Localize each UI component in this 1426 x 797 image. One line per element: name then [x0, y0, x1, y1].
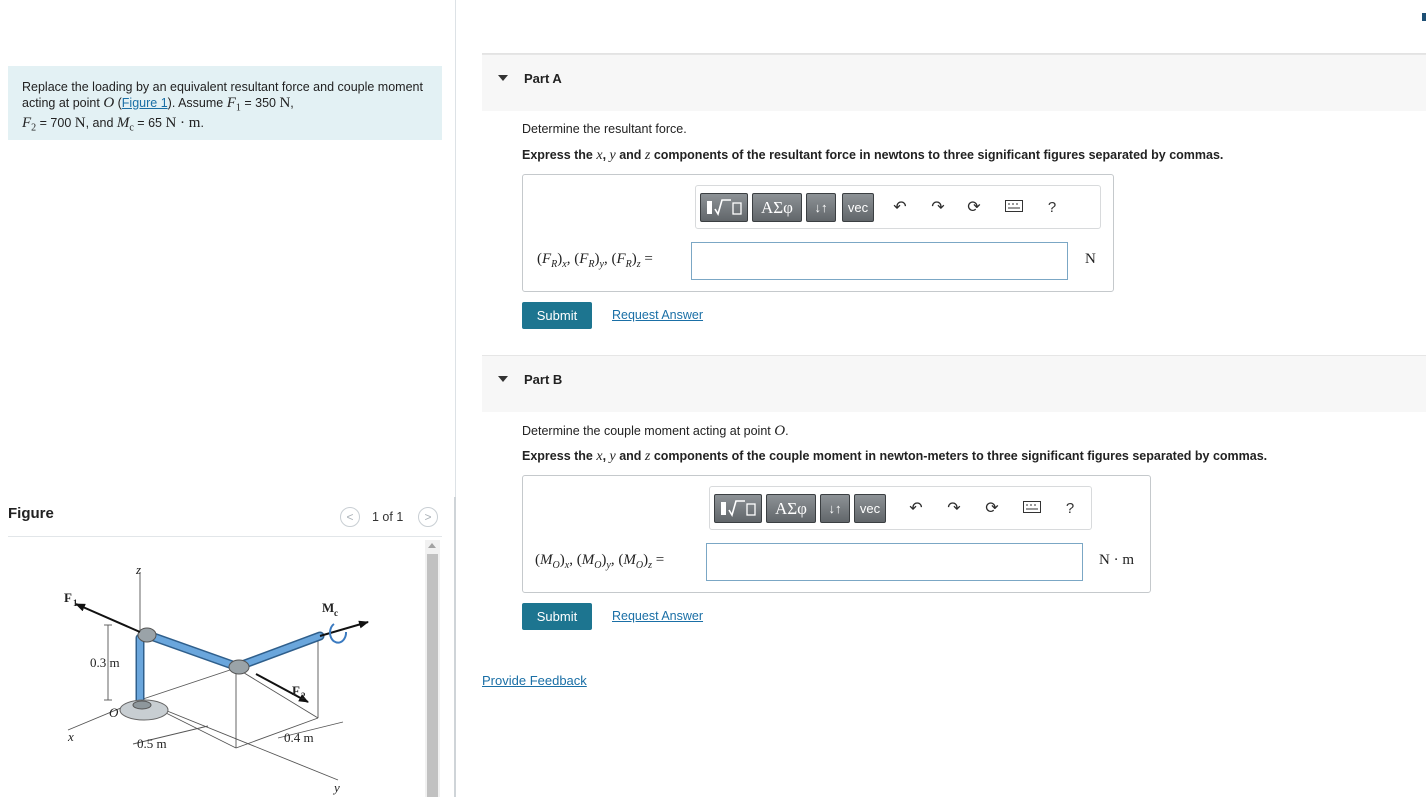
figure-label-f2-sub: 2: [301, 691, 306, 701]
part-a-answer-input[interactable]: [691, 242, 1068, 280]
corner-indicator: [1422, 13, 1426, 21]
part-a-answer-box: ΑΣφ ↓↑ vec ↶ ↷ ⟳ ? (FR)x, (FR)y, (FR)z =…: [522, 174, 1114, 292]
part-b-submit-button[interactable]: Submit: [522, 603, 592, 630]
figure-label-dim-03: 0.3 m: [90, 655, 120, 670]
figure-title: Figure: [8, 505, 54, 522]
subscript-superscript-button[interactable]: ↓↑: [820, 494, 850, 523]
part-b-unit: N · m: [1099, 552, 1134, 568]
f2-symbol: F: [22, 114, 32, 131]
part-a-instruction: Determine the resultant force.: [522, 122, 687, 136]
figure-scrollbar[interactable]: [425, 540, 440, 797]
figure-label-dim-05: 0.5 m: [137, 736, 167, 751]
collapse-caret-icon[interactable]: [498, 75, 508, 81]
figure-header: Figure < 1 of 1 >: [8, 503, 442, 531]
undo-icon[interactable]: ↶: [906, 499, 926, 519]
f1-symbol: F: [226, 94, 236, 111]
figure-label-x: x: [67, 729, 74, 744]
templates-button[interactable]: [700, 193, 748, 222]
part-b-math-toolbar: ΑΣφ ↓↑ vec ↶ ↷ ⟳ ?: [709, 486, 1092, 530]
part-b-instruction: Determine the couple moment acting at po…: [522, 423, 789, 439]
figure-label-f1: F: [64, 590, 72, 605]
part-b-equation-label: (MO)x, (MO)y, (MO)z =: [535, 552, 665, 571]
figure-label-f2: F: [292, 683, 300, 698]
figure-label-dim-04: 0.4 m: [284, 730, 314, 745]
figure-pager-count: 1 of 1: [372, 510, 404, 524]
part-b-answer-input[interactable]: [706, 543, 1083, 581]
keyboard-icon[interactable]: [1022, 499, 1042, 519]
point-o-symbol: O: [103, 94, 115, 111]
problem-statement: Replace the loading by an equivalent res…: [8, 66, 442, 140]
help-button[interactable]: ?: [1042, 198, 1062, 218]
next-figure-button[interactable]: >: [418, 507, 438, 527]
greek-symbols-button[interactable]: ΑΣφ: [752, 193, 802, 222]
reset-icon[interactable]: ⟳: [982, 499, 1002, 519]
templates-icon: [707, 199, 742, 216]
part-a-request-answer-link[interactable]: Request Answer: [612, 308, 703, 322]
figure-scrollbar-thumb[interactable]: [427, 554, 438, 797]
undo-icon[interactable]: ↶: [890, 198, 910, 218]
figure-label-f1-sub: 1: [73, 598, 78, 608]
figure-image: F 1 z M c 0.3 m F 2 O x 0.5 m 0.4 m y: [64, 562, 369, 795]
mc-symbol: M: [116, 114, 130, 131]
reset-icon[interactable]: ⟳: [964, 198, 984, 218]
part-a-header[interactable]: Part A: [482, 54, 1426, 111]
part-a-title: Part A: [524, 71, 562, 86]
part-b-answer-box: ΑΣφ ↓↑ vec ↶ ↷ ⟳ ? (MO)x, (MO)y, (MO)z =…: [522, 475, 1151, 593]
vector-button[interactable]: vec: [842, 193, 874, 222]
figure-label-y: y: [332, 780, 340, 795]
scroll-up-arrow-icon[interactable]: [428, 543, 436, 548]
part-a-unit: N: [1085, 251, 1096, 267]
part-a-equation-label: (FR)x, (FR)y, (FR)z =: [537, 251, 653, 270]
part-b-title: Part B: [524, 372, 563, 387]
part-b-header[interactable]: Part B: [482, 355, 1426, 412]
figure-label-mc: M: [322, 600, 334, 615]
templates-button[interactable]: [714, 494, 762, 523]
figure-label-z: z: [135, 562, 141, 577]
figure-divider: [8, 536, 442, 537]
provide-feedback-link[interactable]: Provide Feedback: [482, 673, 587, 688]
part-a-math-toolbar: ΑΣφ ↓↑ vec ↶ ↷ ⟳ ?: [695, 185, 1101, 229]
part-a-submit-button[interactable]: Submit: [522, 302, 592, 329]
part-b-request-answer-link[interactable]: Request Answer: [612, 609, 703, 623]
help-button[interactable]: ?: [1060, 499, 1080, 519]
redo-icon[interactable]: ↷: [944, 499, 964, 519]
vector-button[interactable]: vec: [854, 494, 886, 523]
part-a-express-text: Express the x, y and z components of the…: [522, 148, 1224, 163]
figure-link[interactable]: Figure 1: [122, 96, 168, 110]
figure-label-mc-sub: c: [334, 608, 338, 618]
templates-icon: [721, 500, 756, 517]
left-column: Replace the loading by an equivalent res…: [0, 0, 456, 797]
redo-icon[interactable]: ↷: [928, 198, 948, 218]
collapse-caret-icon[interactable]: [498, 376, 508, 382]
previous-figure-button[interactable]: <: [340, 507, 360, 527]
subscript-superscript-button[interactable]: ↓↑: [806, 193, 836, 222]
figure-label-o: O: [109, 705, 119, 720]
part-b-express-text: Express the x, y and z components of the…: [522, 449, 1268, 464]
greek-symbols-button[interactable]: ΑΣφ: [766, 494, 816, 523]
left-panel-scrollbar[interactable]: [454, 497, 456, 797]
keyboard-icon[interactable]: [1004, 198, 1024, 218]
